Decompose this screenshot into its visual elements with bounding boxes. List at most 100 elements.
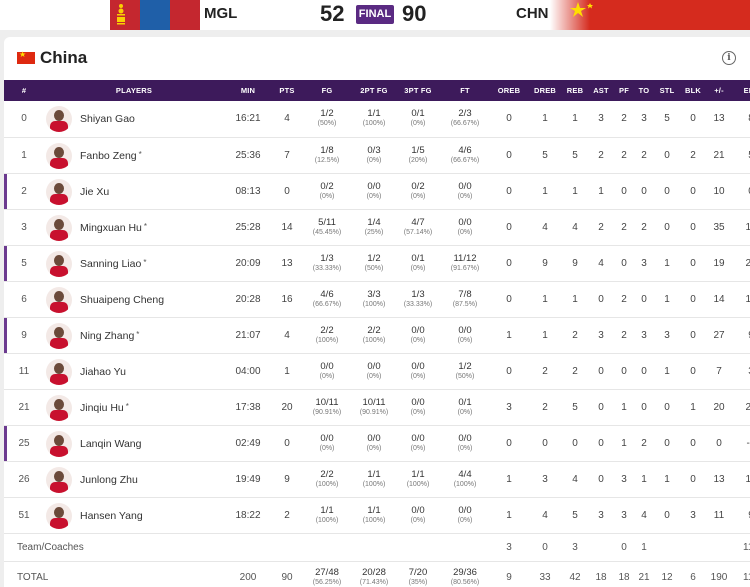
stat-oreb: 0 xyxy=(506,221,512,233)
table-row[interactable]: 2 Jie Xu 08:13 0 0/2 (0%) 0/0 (0%) 0/2 (0%) 0/0 (0%… xyxy=(4,173,750,209)
column-header[interactable]: +/- xyxy=(706,80,732,101)
table-row[interactable]: 0 Shiyan Gao 16:21 4 1/2 (50%) 1/1 (100%) 0/1 (0%… xyxy=(4,101,750,137)
stat-ast: 3 xyxy=(598,509,604,521)
stat-dreb: 2 xyxy=(542,365,548,377)
column-header[interactable]: PTS xyxy=(272,80,302,101)
column-header[interactable]: EFF xyxy=(732,80,750,101)
player-name[interactable]: Jinqiu Hu * xyxy=(80,402,129,414)
starter-mark: * xyxy=(125,401,129,411)
two-point-fg-made: 0/0 xyxy=(367,432,381,444)
stat-ast: 0 xyxy=(598,473,604,485)
free-throws-percent: (0%) xyxy=(457,228,473,236)
player-name-text[interactable]: Junlong Zhu xyxy=(80,474,138,486)
free-throws-percent: (0%) xyxy=(457,336,473,344)
player-name-text[interactable]: Fanbo Zeng xyxy=(80,150,137,162)
table-row[interactable]: 25 Lanqin Wang 02:49 0 0/0 (0%) 0/0 (0%) 0/0 (0%)… xyxy=(4,425,750,461)
field-goals-percent: (0%) xyxy=(319,192,335,200)
china-flag-icon xyxy=(550,0,750,30)
column-header[interactable]: # xyxy=(4,80,44,101)
player-name-text[interactable]: Shiyan Gao xyxy=(80,113,135,125)
player-name[interactable]: Hansen Yang xyxy=(80,510,143,522)
player-name-text[interactable]: Sanning Liao xyxy=(80,258,141,270)
free-throws: 0/0 (0%) xyxy=(440,173,490,209)
table-row[interactable]: 9 Ning Zhang * 21:07 4 2/2 (100%) 2/2 (100%) 0/0(… xyxy=(4,317,750,353)
stat-pm: 19 xyxy=(713,257,725,269)
column-header[interactable]: 3PT FG xyxy=(396,80,440,101)
three-point-fg-percent: (35%) xyxy=(408,578,428,586)
player-name[interactable]: Lanqin Wang xyxy=(80,438,142,450)
column-header[interactable]: PF xyxy=(614,80,634,101)
table-row[interactable]: 1 Fanbo Zeng * 25:36 7 1/8 (12.5%) 0/3 (0%) 1/5 (2… xyxy=(4,137,750,173)
column-header[interactable]: TO xyxy=(634,80,654,101)
stat-eff: 5 xyxy=(732,137,750,173)
column-header[interactable]: 2PT FG xyxy=(352,80,396,101)
field-goals-made: 1/2 xyxy=(320,108,334,120)
player-name-text[interactable]: Jinqiu Hu xyxy=(80,402,124,414)
points: 4 xyxy=(284,329,290,341)
column-header[interactable]: REB xyxy=(562,80,588,101)
stat-reb: 1 xyxy=(572,113,578,125)
stat-eff: 8 xyxy=(732,101,750,137)
player-name[interactable]: Shiyan Gao xyxy=(80,113,135,125)
three-point-fg-made: 0/0 xyxy=(411,504,425,516)
stat-to: 3 xyxy=(641,329,647,341)
minutes: 08:13 xyxy=(235,185,261,197)
field-goals: 4/6 (66.67%) xyxy=(302,281,352,317)
player-name[interactable]: Junlong Zhu xyxy=(80,474,138,486)
stat-reb: 0 xyxy=(572,437,578,449)
field-goals-percent: (100%) xyxy=(315,480,339,488)
three-point-fg-percent: (0%) xyxy=(410,264,426,272)
player-name[interactable]: Sanning Liao * xyxy=(80,258,146,270)
stat-eff: 0 xyxy=(732,173,750,209)
column-header[interactable]: AST xyxy=(588,80,614,101)
score-header: MGL 52 FINAL 90 CHN xyxy=(0,0,750,30)
player-name-cell: Jiahao Yu xyxy=(44,353,224,389)
column-header[interactable]: OREB xyxy=(490,80,528,101)
player-name-text[interactable]: Jiahao Yu xyxy=(80,366,126,378)
column-header[interactable]: MIN xyxy=(224,80,272,101)
column-header[interactable]: PLAYERS xyxy=(44,80,224,101)
free-throws-made: 0/0 xyxy=(458,432,472,444)
table-row[interactable]: 21 Jinqiu Hu * 17:38 20 10/11 (90.91%) 10/11 (90… xyxy=(4,389,750,425)
info-icon[interactable]: i xyxy=(722,51,736,65)
stat-to: 2 xyxy=(641,437,647,449)
player-name[interactable]: Jiahao Yu xyxy=(80,366,126,378)
stat-pm: 20 xyxy=(713,401,725,413)
stat-reb: 4 xyxy=(572,473,578,485)
column-header[interactable]: FG xyxy=(302,80,352,101)
stat-ast xyxy=(588,533,614,561)
table-row[interactable]: 5 Sanning Liao * 20:09 13 1/3 (33.33%) 1/2 (50%)… xyxy=(4,245,750,281)
player-name-text[interactable]: Jie Xu xyxy=(80,186,109,198)
player-name-text[interactable]: Shuaipeng Cheng xyxy=(80,294,164,306)
field-goals: 2/2 (100%) xyxy=(302,461,352,497)
player-name-text[interactable]: Ning Zhang xyxy=(80,330,134,342)
table-row[interactable]: 26 Junlong Zhu 19:49 9 2/2 (100%) 1/1 (100%) 1/1… xyxy=(4,461,750,497)
stat-to: 4 xyxy=(641,509,647,521)
free-throws-made: 4/6 xyxy=(458,144,472,156)
table-row[interactable]: 6 Shuaipeng Cheng 20:28 16 4/6 (66.67%) 3/3 (10… xyxy=(4,281,750,317)
table-row[interactable]: 3 Mingxuan Hu * 25:28 14 5/11 (45.45%) 1/4 (25%)… xyxy=(4,209,750,245)
three-point-fg: 7/20 (35%) xyxy=(396,561,440,587)
free-throws: 2/3 (66.67%) xyxy=(440,101,490,137)
player-name[interactable]: Mingxuan Hu * xyxy=(80,222,147,234)
table-row[interactable]: 11 Jiahao Yu 04:00 1 0/0 (0%) 0/0 (0%) 0/0 (0%) 1/… xyxy=(4,353,750,389)
column-header[interactable]: DREB xyxy=(528,80,562,101)
field-goals-percent: (33.33%) xyxy=(312,264,342,272)
stat-eff: 21 xyxy=(745,257,750,269)
free-throws: 0/1 (0%) xyxy=(440,389,490,425)
player-name[interactable]: Jie Xu xyxy=(80,186,109,198)
avatar xyxy=(46,214,72,241)
jersey-number: 3 xyxy=(21,221,27,233)
stat-eff: 119 xyxy=(743,571,750,583)
column-header[interactable]: STL xyxy=(654,80,680,101)
player-name-text[interactable]: Lanqin Wang xyxy=(80,438,142,450)
player-name[interactable]: Ning Zhang * xyxy=(80,330,139,342)
player-name[interactable]: Shuaipeng Cheng xyxy=(80,294,164,306)
column-header[interactable]: FT xyxy=(440,80,490,101)
player-name-text[interactable]: Mingxuan Hu xyxy=(80,222,142,234)
player-name[interactable]: Fanbo Zeng * xyxy=(80,150,142,162)
three-point-fg-percent: (33.33%) xyxy=(403,300,433,308)
column-header[interactable]: BLK xyxy=(680,80,706,101)
player-name-text[interactable]: Hansen Yang xyxy=(80,510,143,522)
table-row[interactable]: 51 Hansen Yang 18:22 2 1/1 (100%) 1/1 (100%) 0/0… xyxy=(4,497,750,533)
